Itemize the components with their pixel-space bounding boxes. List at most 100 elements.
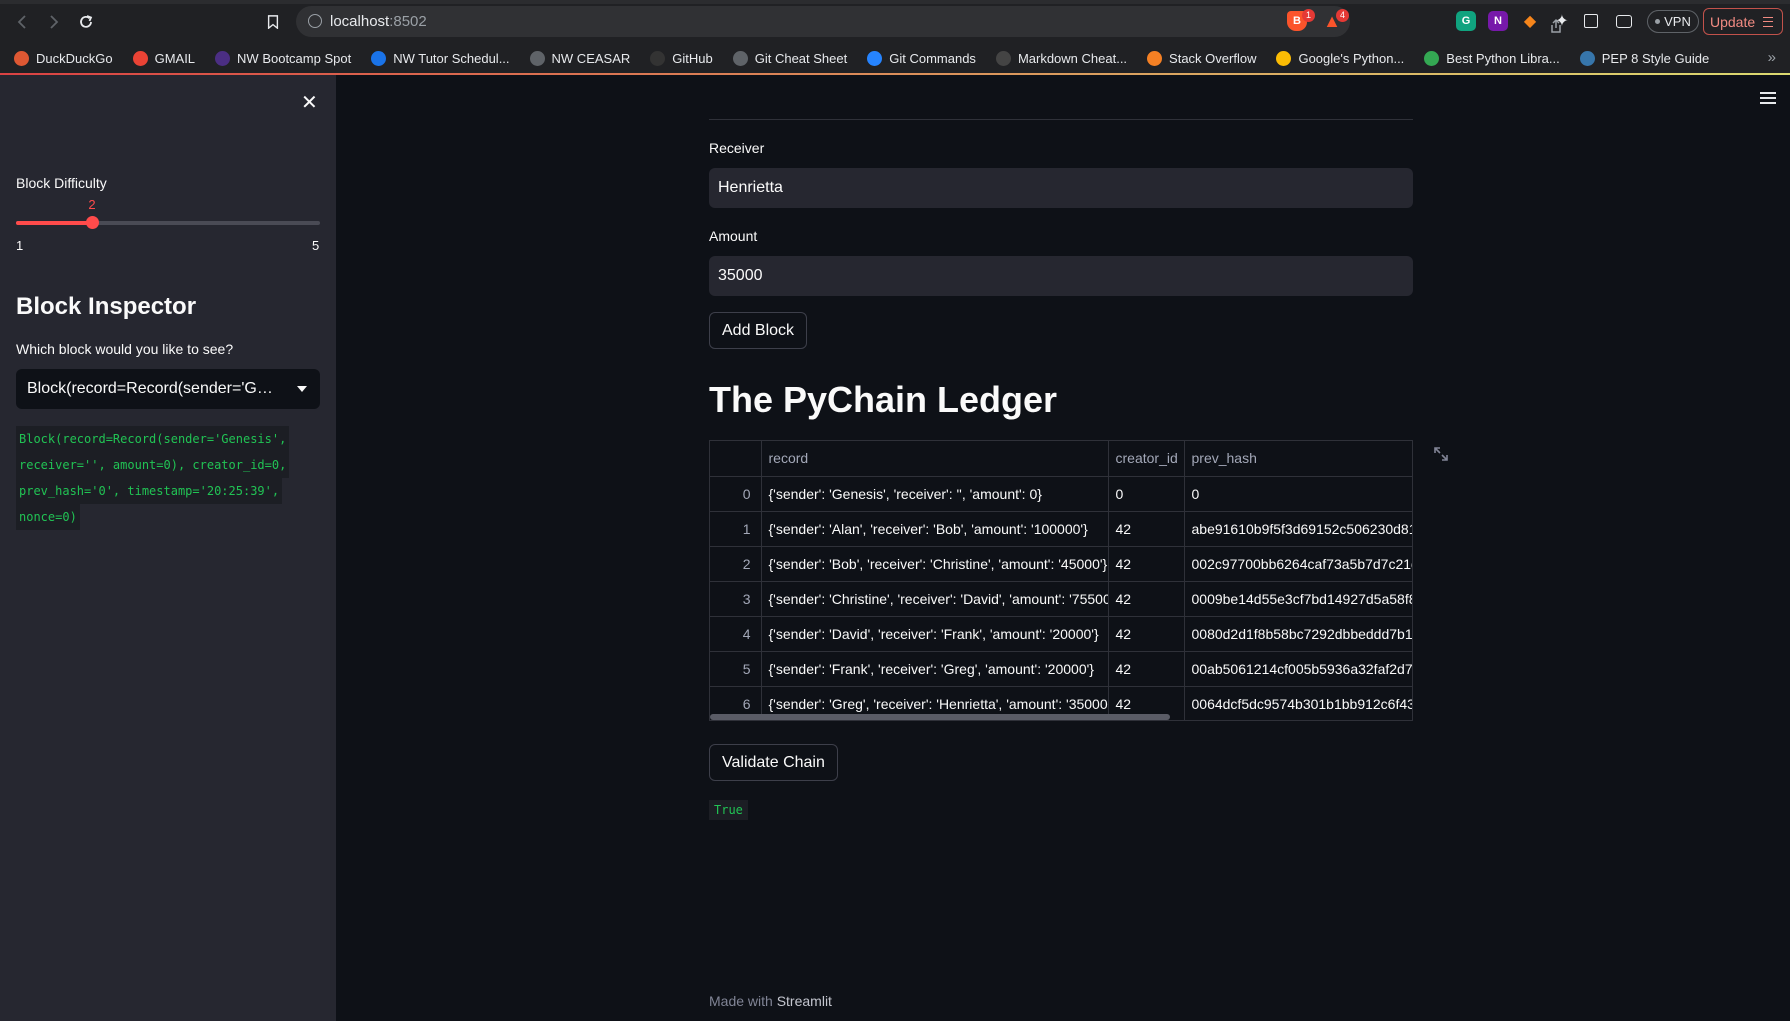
- bookmark-item[interactable]: Markdown Cheat...: [995, 50, 1127, 66]
- fullscreen-expand-icon[interactable]: [1432, 445, 1450, 463]
- google-icon: [1276, 50, 1292, 66]
- github-icon: [650, 50, 666, 66]
- table-row[interactable]: 3 {'sender': 'Christine', 'receiver': 'Da…: [710, 581, 1412, 617]
- block-select[interactable]: Block(record=Record(sender='Genesis', re…: [16, 369, 320, 409]
- bookmark-icon[interactable]: [262, 11, 284, 33]
- table-cell[interactable]: 0080d2d1f8b58bc7292dbbeddd7b1d9: [1184, 616, 1412, 652]
- column-header[interactable]: record: [761, 441, 1109, 477]
- column-header[interactable]: prev_hash: [1184, 441, 1412, 477]
- table-cell[interactable]: 42: [1108, 511, 1185, 547]
- table-cell[interactable]: 002c97700bb6264caf73a5b7d7c21d25: [1184, 546, 1412, 582]
- row-index-cell[interactable]: 3: [710, 581, 762, 617]
- metamask-extension-icon[interactable]: ◆: [1520, 11, 1540, 31]
- slider-current-value: 2: [88, 197, 96, 212]
- table-cell[interactable]: 42: [1108, 546, 1185, 582]
- slider-thumb[interactable]: [86, 216, 99, 229]
- forward-icon[interactable]: [42, 10, 66, 34]
- table-horizontal-scrollbar[interactable]: [710, 714, 1170, 720]
- table-cell[interactable]: 42: [1108, 581, 1185, 617]
- bookmark-item[interactable]: PEP 8 Style Guide: [1579, 50, 1710, 66]
- row-index-cell[interactable]: 0: [710, 476, 762, 512]
- bookmark-item[interactable]: GitHub: [650, 50, 713, 66]
- stackoverflow-icon: [1147, 50, 1163, 66]
- table-cell[interactable]: 42: [1108, 616, 1185, 652]
- extensions-puzzle-icon[interactable]: ✦: [1552, 11, 1572, 31]
- table-row[interactable]: 2 {'sender': 'Bob', 'receiver': 'Christin…: [710, 546, 1412, 582]
- table-row[interactable]: 4 {'sender': 'David', 'receiver': 'Frank'…: [710, 616, 1412, 652]
- duckduckgo-icon: [14, 50, 29, 66]
- table-cell[interactable]: {'sender': 'Bob', 'receiver': 'Christine…: [761, 546, 1109, 582]
- column-header[interactable]: [710, 441, 762, 477]
- row-index-cell[interactable]: 4: [710, 616, 762, 652]
- bookmark-label: NW Bootcamp Spot: [237, 50, 352, 66]
- table-cell[interactable]: {'sender': 'Alan', 'receiver': 'Bob', 'a…: [761, 511, 1109, 547]
- bookmark-label: NW CEASAR: [551, 50, 631, 66]
- close-sidebar-icon[interactable]: ✕: [301, 90, 318, 114]
- table-cell[interactable]: abe91610b9f5f3d69152c506230d810c: [1184, 511, 1412, 547]
- grammarly-extension-icon[interactable]: G: [1456, 11, 1476, 31]
- vpn-button[interactable]: VPN: [1647, 10, 1699, 33]
- table-row[interactable]: 5 {'sender': 'Frank', 'receiver': 'Greg',…: [710, 651, 1412, 687]
- bookmark-item[interactable]: NW Tutor Schedul...: [371, 50, 510, 66]
- bookmark-label: GMAIL: [154, 50, 196, 66]
- cube-icon: [1424, 50, 1440, 66]
- receiver-input[interactable]: Henrietta: [709, 168, 1413, 208]
- block-difficulty-slider[interactable]: 2: [16, 197, 320, 229]
- add-block-button[interactable]: Add Block: [709, 312, 808, 349]
- bookmark-item[interactable]: NW Bootcamp Spot: [215, 50, 352, 66]
- table-cell[interactable]: 00ab5061214cf005b5936a32faf2d76e7: [1184, 651, 1412, 687]
- reload-icon[interactable]: [74, 10, 98, 34]
- bookmark-item[interactable]: Best Python Libra...: [1424, 50, 1560, 66]
- table-cell[interactable]: 0009be14d55e3cf7bd14927d5a58f80e: [1184, 581, 1412, 617]
- bookmarks-overflow-icon[interactable]: »: [1768, 49, 1776, 66]
- sidebar-toggle-icon[interactable]: [1584, 14, 1598, 28]
- bookmark-item[interactable]: GMAIL: [132, 50, 196, 66]
- row-index-cell[interactable]: 2: [710, 546, 762, 582]
- table-cell[interactable]: 0064dcf5dc9574b301b1bb912c6f4351: [1184, 686, 1412, 720]
- table-cell[interactable]: {'sender': 'Frank', 'receiver': 'Greg', …: [761, 651, 1109, 687]
- table-cell[interactable]: {'sender': 'Genesis', 'receiver': '', 'a…: [761, 476, 1109, 512]
- row-index-cell[interactable]: 1: [710, 511, 762, 547]
- bookmark-label: Best Python Libra...: [1446, 50, 1560, 66]
- bookmark-item[interactable]: DuckDuckGo: [14, 50, 113, 66]
- app-menu-icon[interactable]: [1760, 92, 1776, 104]
- site-info-icon[interactable]: [308, 14, 322, 28]
- validate-chain-button[interactable]: Validate Chain: [709, 744, 838, 781]
- code-line: receiver='', amount=0), creator_id=0,: [16, 452, 290, 478]
- chevron-down-icon: [297, 386, 307, 392]
- row-index-cell[interactable]: 5: [710, 651, 762, 687]
- slider-fill: [16, 221, 92, 225]
- bookmark-item[interactable]: Google's Python...: [1276, 50, 1404, 66]
- bookmark-item[interactable]: Git Cheat Sheet: [732, 50, 847, 66]
- column-header[interactable]: creator_id: [1108, 441, 1185, 477]
- ledger-table[interactable]: record creator_id prev_hash 0 {'sender': 'G…: [709, 440, 1413, 721]
- back-icon[interactable]: [10, 10, 34, 34]
- url-text[interactable]: localhost:8502: [330, 13, 427, 30]
- table-cell[interactable]: {'sender': 'David', 'receiver': 'Frank',…: [761, 616, 1109, 652]
- code-line: Block(record=Record(sender='Genesis',: [16, 426, 290, 452]
- tab-strip: [0, 0, 1790, 4]
- atlassian-icon: [867, 50, 883, 66]
- table-cell[interactable]: 0: [1184, 476, 1412, 512]
- update-button[interactable]: Update: [1703, 8, 1783, 35]
- table-row[interactable]: 0 {'sender': 'Genesis', 'receiver': '', '…: [710, 476, 1412, 512]
- table-cell[interactable]: 0: [1108, 476, 1185, 512]
- bookmark-item[interactable]: Stack Overflow: [1147, 50, 1256, 66]
- address-bar[interactable]: localhost:8502: [296, 6, 1561, 37]
- amount-input[interactable]: 35000: [709, 256, 1413, 296]
- table-row[interactable]: 1 {'sender': 'Alan', 'receiver': 'Bob', '…: [710, 511, 1412, 547]
- bookmark-item[interactable]: NW CEASAR: [529, 50, 631, 66]
- table-cell[interactable]: 42: [1108, 651, 1185, 687]
- n-logo-icon: [215, 50, 231, 66]
- onenote-extension-icon[interactable]: N: [1488, 11, 1508, 31]
- table-cell[interactable]: {'sender': 'Christine', 'receiver': 'Dav…: [761, 581, 1109, 617]
- wallet-icon[interactable]: [1616, 15, 1632, 28]
- update-label: Update: [1710, 13, 1756, 30]
- bookmark-label: PEP 8 Style Guide: [1601, 50, 1710, 66]
- menu-icon: [1763, 16, 1774, 27]
- streamlit-link[interactable]: Streamlit: [777, 993, 832, 1009]
- block-difficulty-label: Block Difficulty: [16, 175, 107, 191]
- gmail-icon: [132, 50, 148, 66]
- url-port: :8502: [389, 13, 427, 30]
- bookmark-item[interactable]: Git Commands: [867, 50, 976, 66]
